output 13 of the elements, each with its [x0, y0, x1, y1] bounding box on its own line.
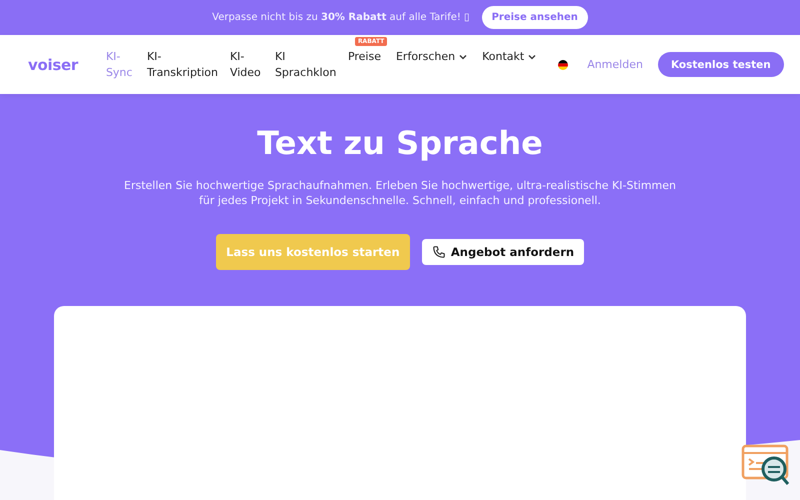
request-quote-button[interactable]: Angebot anfordern: [422, 239, 584, 265]
nav-link[interactable]: KI Sprachklon: [274, 48, 333, 80]
hero-title: Text zu Sprache: [257, 124, 543, 162]
prices-button[interactable]: Preise ansehen: [482, 6, 588, 29]
nav-link[interactable]: Kontakt: [482, 48, 536, 64]
logo[interactable]: voiser: [28, 56, 78, 74]
promo-text: Verpasse nicht bis zu 30% Rabatt auf alle Tarife! ▯: [212, 12, 470, 23]
nav-link[interactable]: KI-Video: [230, 48, 260, 80]
free-trial-button[interactable]: Kostenlos testen: [658, 52, 784, 77]
nav-link[interactable]: Erforschen: [396, 48, 468, 64]
hero-subtitle: Erstellen Sie hochwertige Sprachaufnahmen. Erleben Sie hochwertige, ultra-realistische KI-Stimmen für jedes Projekt in Sekundenschnelle. Schnell, einfach und professionell.: [123, 178, 677, 208]
nav-link[interactable]: KI-Transkription: [146, 48, 215, 80]
nav-link[interactable]: Preise: [348, 48, 381, 64]
